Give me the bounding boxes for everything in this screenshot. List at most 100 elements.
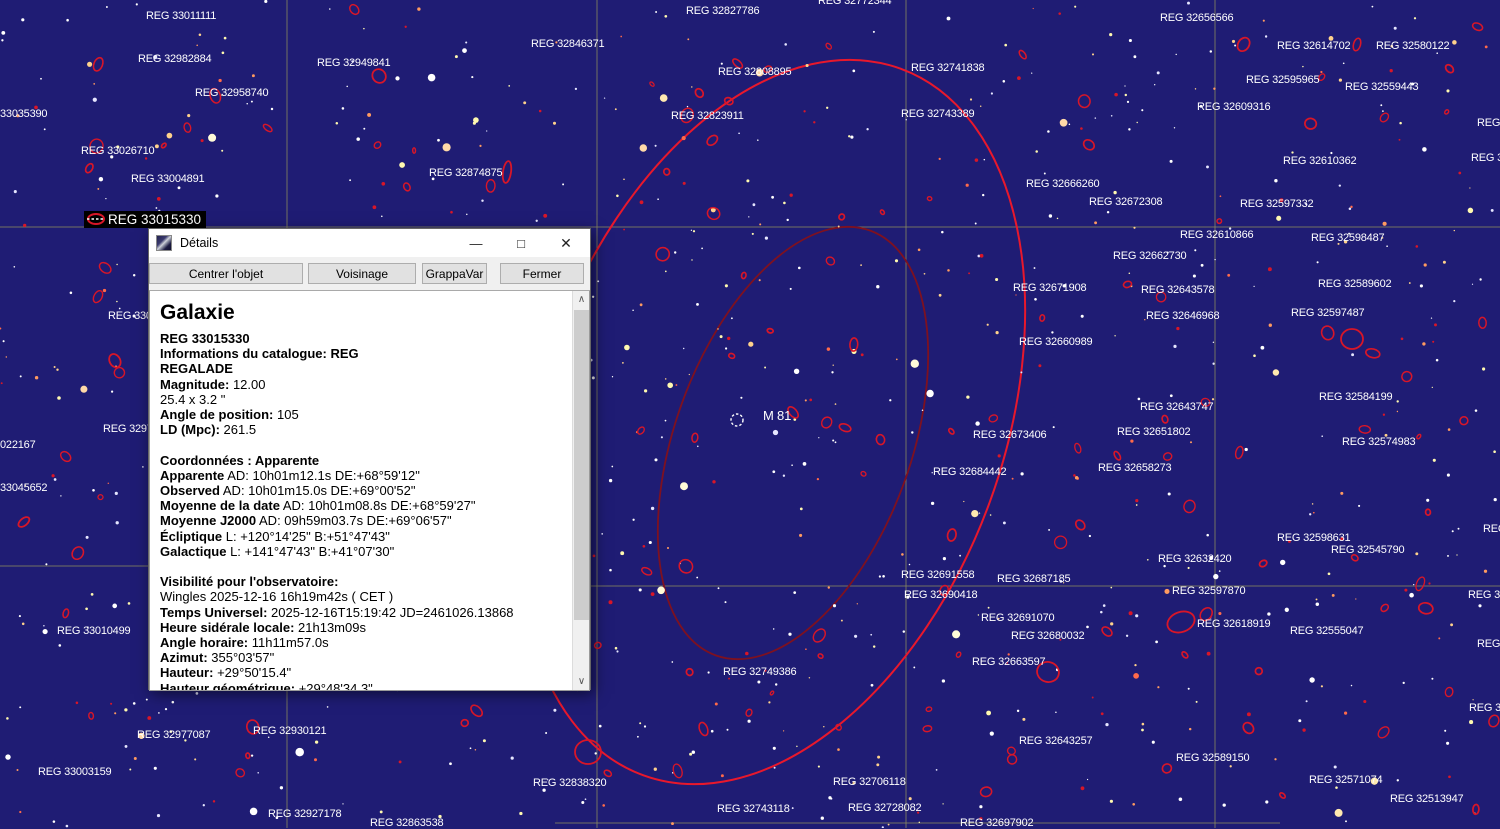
galaxy-label[interactable]: REG 32743389 bbox=[901, 108, 975, 120]
galaxy-label[interactable]: REG 3 bbox=[1477, 638, 1500, 650]
galaxy-label[interactable]: REG 32743118 bbox=[717, 803, 790, 815]
galaxy-label[interactable]: REG 32823911 bbox=[671, 110, 744, 122]
galaxy-label[interactable]: REG 32690418 bbox=[904, 589, 978, 601]
galaxy-label[interactable]: REG 3297 bbox=[103, 423, 153, 435]
object-details-lines: REG 33015330 Informations du catalogue: R… bbox=[160, 331, 561, 690]
minimize-icon[interactable]: — bbox=[459, 229, 493, 257]
detail-line: Écliptique L: +120°14'25" B:+51°47'43" bbox=[160, 528, 390, 544]
galaxy-label[interactable]: REG 32651802 bbox=[1117, 426, 1191, 438]
galaxy-label[interactable]: REG 32680032 bbox=[1011, 630, 1085, 642]
galaxy-label[interactable]: REG 32610362 bbox=[1283, 155, 1357, 167]
galaxy-label[interactable]: REG 32749386 bbox=[723, 666, 797, 678]
galaxy-label[interactable]: REG 32571074 bbox=[1309, 774, 1383, 786]
galaxy-label[interactable]: REG 32772344 bbox=[818, 0, 892, 7]
galaxy-label[interactable]: REG 32574983 bbox=[1342, 436, 1416, 448]
galaxy-label[interactable]: REG 325 bbox=[1469, 702, 1500, 714]
dialog-scrollbar[interactable]: ∧ ∨ bbox=[572, 291, 589, 690]
galaxy-label[interactable]: REG 32 bbox=[1471, 152, 1500, 164]
galaxy-label[interactable]: REG 32513947 bbox=[1390, 793, 1464, 805]
galaxy-label[interactable]: REG 32666260 bbox=[1026, 178, 1100, 190]
galaxy-label[interactable]: REG 32597332 bbox=[1240, 198, 1314, 210]
scrollbar-thumb[interactable] bbox=[574, 310, 589, 620]
galaxy-label[interactable]: REG 32598487 bbox=[1311, 232, 1385, 244]
galaxy-label[interactable]: REG 32584199 bbox=[1319, 391, 1393, 403]
galaxy-label[interactable]: REG 33003159 bbox=[38, 766, 112, 778]
galaxy-label[interactable]: REG 32589602 bbox=[1318, 278, 1392, 290]
galaxy-label[interactable]: REG 32982884 bbox=[138, 53, 212, 65]
galaxy-label[interactable]: 33035390 bbox=[0, 108, 48, 120]
galaxy-label[interactable]: REG 33011111 bbox=[146, 10, 216, 22]
galaxy-label[interactable]: REG 32827786 bbox=[686, 5, 760, 17]
galaxy-label[interactable]: REG 32614702 bbox=[1277, 40, 1351, 52]
detail-line: Angle de position: 105 bbox=[160, 407, 299, 423]
galaxy-label[interactable]: REG bbox=[1483, 523, 1500, 535]
detail-line: REGALADE bbox=[160, 361, 233, 377]
detail-line: Visibilité pour l'observatoire: bbox=[160, 574, 339, 590]
galaxy-label[interactable]: REG 32643578 bbox=[1141, 284, 1215, 296]
galaxy-label[interactable]: REG 32559443 bbox=[1345, 81, 1419, 93]
galaxy-label[interactable]: REG 32658273 bbox=[1098, 462, 1172, 474]
grappavar-button[interactable]: GrappaVar bbox=[422, 263, 487, 284]
galaxy-label[interactable]: REG 32597487 bbox=[1291, 307, 1365, 319]
maximize-icon[interactable]: □ bbox=[504, 229, 538, 257]
galaxy-label[interactable]: 33045652 bbox=[0, 482, 48, 494]
galaxy-label[interactable]: REG 32589150 bbox=[1176, 752, 1250, 764]
galaxy-label[interactable]: REG 32656566 bbox=[1160, 12, 1234, 24]
galaxy-label[interactable]: REG 32808895 bbox=[718, 66, 792, 78]
galaxy-label[interactable]: REG 32728082 bbox=[848, 802, 922, 814]
m81-label[interactable]: M 81 bbox=[763, 409, 791, 422]
dialog-titlebar[interactable]: Détails — □ ✕ bbox=[149, 229, 590, 257]
galaxy-label[interactable]: REG 330 bbox=[108, 310, 152, 322]
galaxy-label[interactable]: REG 32555047 bbox=[1290, 625, 1364, 637]
galaxy-label[interactable]: REG 325 bbox=[1468, 589, 1500, 601]
galaxy-label[interactable]: REG 32609316 bbox=[1197, 101, 1271, 113]
galaxy-label[interactable]: REG 32662730 bbox=[1113, 250, 1187, 262]
object-type-heading: Galaxie bbox=[160, 301, 235, 324]
galaxy-label[interactable]: REG 32691070 bbox=[981, 612, 1055, 624]
galaxy-label[interactable]: REG 32632420 bbox=[1158, 553, 1232, 565]
galaxy-label[interactable]: REG 32671908 bbox=[1013, 282, 1087, 294]
galaxy-label[interactable]: REG 32598631 bbox=[1277, 532, 1351, 544]
close-icon[interactable]: ✕ bbox=[549, 229, 583, 257]
galaxy-label[interactable]: REG 32846371 bbox=[531, 38, 605, 50]
galaxy-label[interactable]: REG 32673406 bbox=[973, 429, 1047, 441]
detail-line: 25.4 x 3.2 " bbox=[160, 391, 226, 407]
galaxy-label[interactable]: REG 32958740 bbox=[195, 87, 269, 99]
galaxy-label[interactable]: REG 32643747 bbox=[1140, 401, 1214, 413]
galaxy-label[interactable]: REG 32977087 bbox=[137, 729, 211, 741]
galaxy-label[interactable]: REG 32687185 bbox=[997, 573, 1071, 585]
galaxy-label[interactable]: REG 32618919 bbox=[1197, 618, 1271, 630]
galaxy-label[interactable]: REG 32610866 bbox=[1180, 229, 1254, 241]
selected-object-label[interactable]: REG 33015330 bbox=[84, 211, 206, 228]
galaxy-label[interactable]: REG 32580122 bbox=[1376, 40, 1450, 52]
galaxy-label[interactable]: REG 33026710 bbox=[81, 145, 155, 157]
galaxy-label[interactable]: REG 32672308 bbox=[1089, 196, 1163, 208]
neighborhood-button[interactable]: Voisinage bbox=[308, 263, 416, 284]
galaxy-label[interactable]: REG 32660989 bbox=[1019, 336, 1093, 348]
galaxy-label[interactable]: REG 33010499 bbox=[57, 625, 131, 637]
galaxy-label[interactable]: REG 32741838 bbox=[911, 62, 985, 74]
galaxy-label[interactable]: REG 32595965 bbox=[1246, 74, 1320, 86]
galaxy-label[interactable]: REG 3 bbox=[1477, 117, 1500, 129]
galaxy-label[interactable]: REG 32697902 bbox=[960, 817, 1034, 829]
galaxy-label[interactable]: REG 32643257 bbox=[1019, 735, 1093, 747]
center-object-button[interactable]: Centrer l'objet bbox=[149, 263, 303, 284]
galaxy-label[interactable]: REG 32597870 bbox=[1172, 585, 1246, 597]
galaxy-label[interactable]: REG 32838320 bbox=[533, 777, 607, 789]
galaxy-label[interactable]: REG 32863538 bbox=[370, 817, 444, 829]
scroll-up-icon[interactable]: ∧ bbox=[573, 291, 589, 308]
galaxy-label[interactable]: REG 32706118 bbox=[833, 776, 906, 788]
galaxy-label[interactable]: REG 32691558 bbox=[901, 569, 975, 581]
galaxy-label[interactable]: REG 32874875 bbox=[429, 167, 503, 179]
galaxy-label[interactable]: REG 32545790 bbox=[1331, 544, 1405, 556]
galaxy-label[interactable]: REG 32930121 bbox=[253, 725, 327, 737]
galaxy-label[interactable]: REG 32949841 bbox=[317, 57, 391, 69]
galaxy-label[interactable]: REG 33004891 bbox=[131, 173, 205, 185]
galaxy-label[interactable]: REG 32646968 bbox=[1146, 310, 1220, 322]
scroll-down-icon[interactable]: ∨ bbox=[573, 673, 589, 690]
galaxy-label[interactable]: REG 32684442 bbox=[933, 466, 1007, 478]
close-button[interactable]: Fermer bbox=[500, 263, 584, 284]
galaxy-label[interactable]: 022167 bbox=[0, 439, 36, 451]
galaxy-label[interactable]: REG 32927178 bbox=[268, 808, 342, 820]
galaxy-label[interactable]: REG 32663597 bbox=[972, 656, 1046, 668]
